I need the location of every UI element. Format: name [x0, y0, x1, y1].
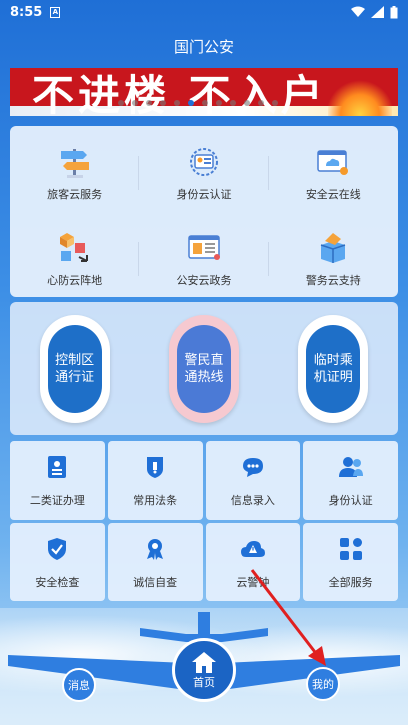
carousel-dot[interactable]	[272, 100, 278, 106]
carousel-dot[interactable]	[174, 100, 180, 106]
medal-icon	[142, 536, 168, 562]
id-card-icon	[44, 454, 70, 480]
carousel-dot[interactable]	[244, 100, 250, 106]
service-police-support[interactable]: 警务云支持	[269, 212, 398, 298]
tab-messages[interactable]: 消息	[62, 668, 96, 702]
chat-icon	[240, 454, 266, 480]
users-icon	[338, 454, 364, 480]
service-label: 警务云支持	[305, 273, 361, 287]
battery-icon	[390, 5, 398, 18]
service-label: 安全云在线	[305, 188, 361, 201]
signpost-icon	[55, 144, 95, 180]
signal-icon	[371, 6, 384, 18]
tile-label: 安全检查	[35, 575, 80, 589]
bottom-navigation: 消息 首页 我的	[0, 608, 408, 725]
id-verify-icon	[184, 144, 224, 180]
service-label: 心防云阵地	[47, 273, 103, 287]
pill-label: 控制区通行证	[47, 324, 102, 413]
tile-identity-auth[interactable]: 身份认证	[303, 441, 398, 520]
tab-mine[interactable]: 我的	[306, 667, 340, 701]
carousel-dot[interactable]	[146, 100, 152, 106]
tile-id-card-processing[interactable]: 二类证办理	[10, 441, 105, 520]
police-hotline-button[interactable]: 警民直通热线	[168, 314, 239, 423]
carousel-dot[interactable]	[188, 100, 194, 106]
banner-text: 不进楼 不入户	[32, 71, 327, 116]
tile-all-services[interactable]: 全部服务	[303, 522, 398, 601]
service-security-online[interactable]: 安全云在线	[269, 126, 398, 212]
badge-icon	[142, 454, 168, 480]
tile-cloud-alarm[interactable]: 云警钟	[205, 522, 301, 601]
tile-label: 信息录入	[230, 494, 275, 507]
banner-carousel[interactable]: 不进楼 不入户	[10, 68, 398, 116]
pill-label: 警民直通热线	[176, 324, 231, 413]
service-label: 公安云政务	[176, 273, 232, 287]
tile-label: 二类证办理	[29, 494, 85, 507]
service-heart-defense[interactable]: 心防云阵地	[10, 212, 140, 298]
service-label: 身份云认证	[176, 188, 232, 201]
tile-label: 常用法条	[133, 494, 178, 507]
tile-label: 身份认证	[328, 494, 373, 507]
flame-graphic	[328, 78, 392, 116]
status-bar: 8:55 A	[0, 0, 408, 24]
service-police-affairs[interactable]: 公安云政务	[139, 212, 269, 298]
tab-home[interactable]: 首页	[172, 638, 236, 702]
shield-check-icon	[44, 536, 70, 562]
quick-access-panel: 控制区通行证 警民直通热线 临时乘机证明	[10, 302, 398, 435]
carousel-dot[interactable]	[118, 100, 124, 106]
page-title: 国门公安	[173, 37, 234, 56]
box-icon	[313, 230, 353, 266]
temporary-boarding-proof-button[interactable]: 临时乘机证明	[298, 314, 369, 423]
a-icon: A	[50, 6, 61, 18]
tile-label: 全部服务	[328, 575, 373, 589]
grid-icon	[338, 536, 364, 562]
service-label: 旅客云服务	[47, 188, 103, 201]
cloud-screen-icon	[313, 144, 353, 180]
tile-info-entry[interactable]: 信息录入	[205, 441, 301, 520]
tile-credit-self-check[interactable]: 诚信自查	[107, 522, 203, 601]
tile-common-laws[interactable]: 常用法条	[107, 441, 203, 520]
carousel-dot[interactable]	[202, 100, 208, 106]
carousel-dot[interactable]	[160, 100, 166, 106]
status-time: 8:55	[10, 4, 43, 20]
cloud-alert-icon	[240, 536, 266, 562]
carousel-dots	[118, 100, 278, 106]
carousel-dot[interactable]	[132, 100, 138, 106]
blocks-icon	[55, 230, 95, 266]
cloud-services-panel: 旅客云服务 身份云认证 安全云在线 心防云阵地 公安云政务 警务云支持	[10, 126, 398, 297]
service-identity-cloud[interactable]: 身份云认证	[139, 126, 269, 212]
tile-label: 云警钟	[236, 575, 270, 589]
pill-label: 临时乘机证明	[306, 324, 361, 413]
carousel-dot[interactable]	[258, 100, 264, 106]
wifi-icon	[351, 6, 365, 17]
tile-security-check[interactable]: 安全检查	[10, 522, 105, 601]
tile-label: 诚信自查	[133, 575, 178, 589]
carousel-dot[interactable]	[230, 100, 236, 106]
carousel-dot[interactable]	[216, 100, 222, 106]
service-passenger-cloud[interactable]: 旅客云服务	[10, 126, 140, 212]
home-label: 首页	[193, 676, 215, 689]
document-icon	[184, 230, 224, 266]
function-grid: 二类证办理 常用法条 信息录入 身份认证 安全检查 诚信自查 云警钟 全部服务	[10, 441, 398, 601]
home-icon	[192, 652, 216, 673]
control-area-pass-button[interactable]: 控制区通行证	[39, 314, 110, 423]
